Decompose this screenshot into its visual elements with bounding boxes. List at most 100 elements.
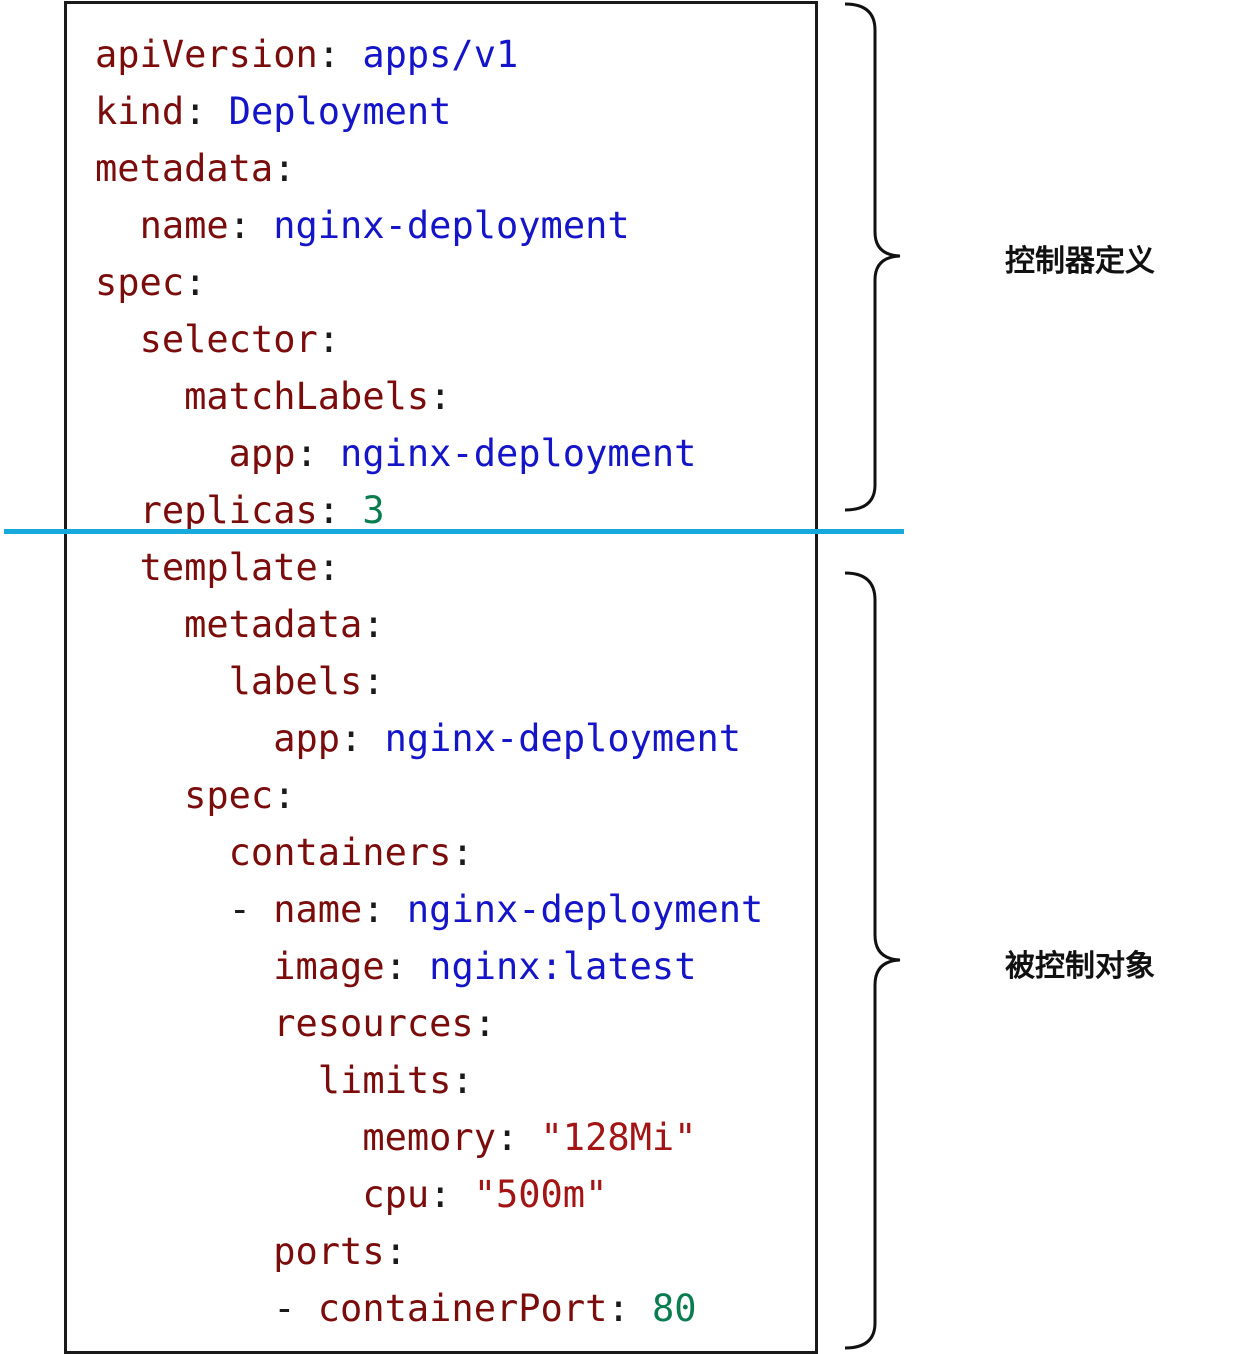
code-line: ports: xyxy=(95,1223,763,1280)
yaml-key: kind xyxy=(95,90,185,133)
code-line: app: nginx-deployment xyxy=(95,425,763,482)
yaml-colon: : xyxy=(451,1059,474,1102)
yaml-colon: : xyxy=(184,90,229,133)
code-line: labels: xyxy=(95,653,763,710)
list-dash: - xyxy=(228,888,274,931)
code-line: metadata: xyxy=(95,596,763,653)
yaml-key: name xyxy=(139,204,229,247)
code-line: template: xyxy=(95,539,763,596)
code-line: - containerPort: 80 xyxy=(95,1280,763,1337)
yaml-colon: : xyxy=(273,147,296,190)
yaml-value: "500m" xyxy=(473,1173,608,1216)
yaml-colon: : xyxy=(495,1116,541,1159)
controlled-brace-icon xyxy=(844,571,901,1350)
yaml-key: containerPort xyxy=(317,1287,608,1330)
yaml-key: apiVersion xyxy=(95,33,318,76)
yaml-value: nginx-deployment xyxy=(273,204,630,247)
yaml-colon: : xyxy=(362,603,385,646)
yaml-colon: : xyxy=(184,261,207,304)
code-line: image: nginx:latest xyxy=(95,938,763,995)
controlled-object-label: 被控制对象 xyxy=(1005,949,1155,984)
yaml-key: resources xyxy=(273,1002,474,1045)
yaml-key: template xyxy=(139,546,318,589)
yaml-value: nginx-deployment xyxy=(406,888,764,931)
yaml-colon: : xyxy=(429,375,452,418)
yaml-key: memory xyxy=(362,1116,496,1159)
code-line: apiVersion: apps/v1 xyxy=(95,26,763,83)
yaml-key: replicas xyxy=(139,489,318,532)
yaml-key: name xyxy=(273,888,363,931)
yaml-key: image xyxy=(273,945,385,988)
yaml-colon: : xyxy=(429,1173,474,1216)
yaml-colon: : xyxy=(362,660,385,703)
code-line: - name: nginx-deployment xyxy=(95,881,764,938)
controller-definition-label: 控制器定义 xyxy=(1005,244,1155,279)
yaml-colon: : xyxy=(273,774,296,817)
code-line: spec: xyxy=(95,767,763,824)
code-line: memory: "128Mi" xyxy=(95,1109,763,1166)
yaml-key: app xyxy=(228,432,296,475)
yaml-key: containers xyxy=(228,831,452,874)
yaml-value: 3 xyxy=(362,489,385,532)
code-line: limits: xyxy=(95,1052,763,1109)
code-line: containers: xyxy=(95,824,763,881)
yaml-colon: : xyxy=(362,888,407,931)
yaml-colon: : xyxy=(451,831,474,874)
code-line: kind: Deployment xyxy=(95,83,763,140)
yaml-key: labels xyxy=(228,660,363,703)
yaml-colon: : xyxy=(340,717,385,760)
yaml-colon: : xyxy=(317,489,363,532)
yaml-key: metadata xyxy=(95,147,274,190)
code-line: spec: xyxy=(95,254,763,311)
yaml-key: cpu xyxy=(362,1173,430,1216)
section-divider-line xyxy=(4,529,904,534)
yaml-value: nginx:latest xyxy=(429,945,697,988)
yaml-value: apps/v1 xyxy=(362,33,519,76)
code-line: name: nginx-deployment xyxy=(95,197,763,254)
yaml-colon: : xyxy=(317,33,363,76)
yaml-colon: : xyxy=(228,204,274,247)
yaml-key: selector xyxy=(139,318,318,361)
yaml-value: nginx-deployment xyxy=(384,717,742,760)
yaml-value: 80 xyxy=(651,1287,697,1330)
yaml-colon: : xyxy=(607,1287,652,1330)
yaml-key: metadata xyxy=(184,603,363,646)
yaml-value: nginx-deployment xyxy=(340,432,697,475)
yaml-value: Deployment xyxy=(228,90,452,133)
yaml-key: app xyxy=(273,717,341,760)
yaml-code-panel: apiVersion: apps/v1 kind: Deployment metad… xyxy=(64,1,818,1354)
yaml-key: limits xyxy=(317,1059,452,1102)
yaml-code-block: apiVersion: apps/v1 kind: Deployment metad… xyxy=(95,26,763,1337)
controller-brace-icon xyxy=(844,2,901,512)
yaml-colon: : xyxy=(317,318,341,361)
code-line: selector: xyxy=(95,311,763,368)
yaml-colon: : xyxy=(384,1230,407,1273)
yaml-key: matchLabels xyxy=(184,375,430,418)
yaml-colon: : xyxy=(473,1002,496,1045)
yaml-key: spec xyxy=(184,774,274,817)
code-line: resources: xyxy=(95,995,763,1052)
code-line: metadata: xyxy=(95,140,763,197)
list-dash: - xyxy=(273,1287,318,1330)
code-line: matchLabels: xyxy=(95,368,763,425)
yaml-colon: : xyxy=(384,945,430,988)
yaml-key: ports xyxy=(273,1230,385,1273)
